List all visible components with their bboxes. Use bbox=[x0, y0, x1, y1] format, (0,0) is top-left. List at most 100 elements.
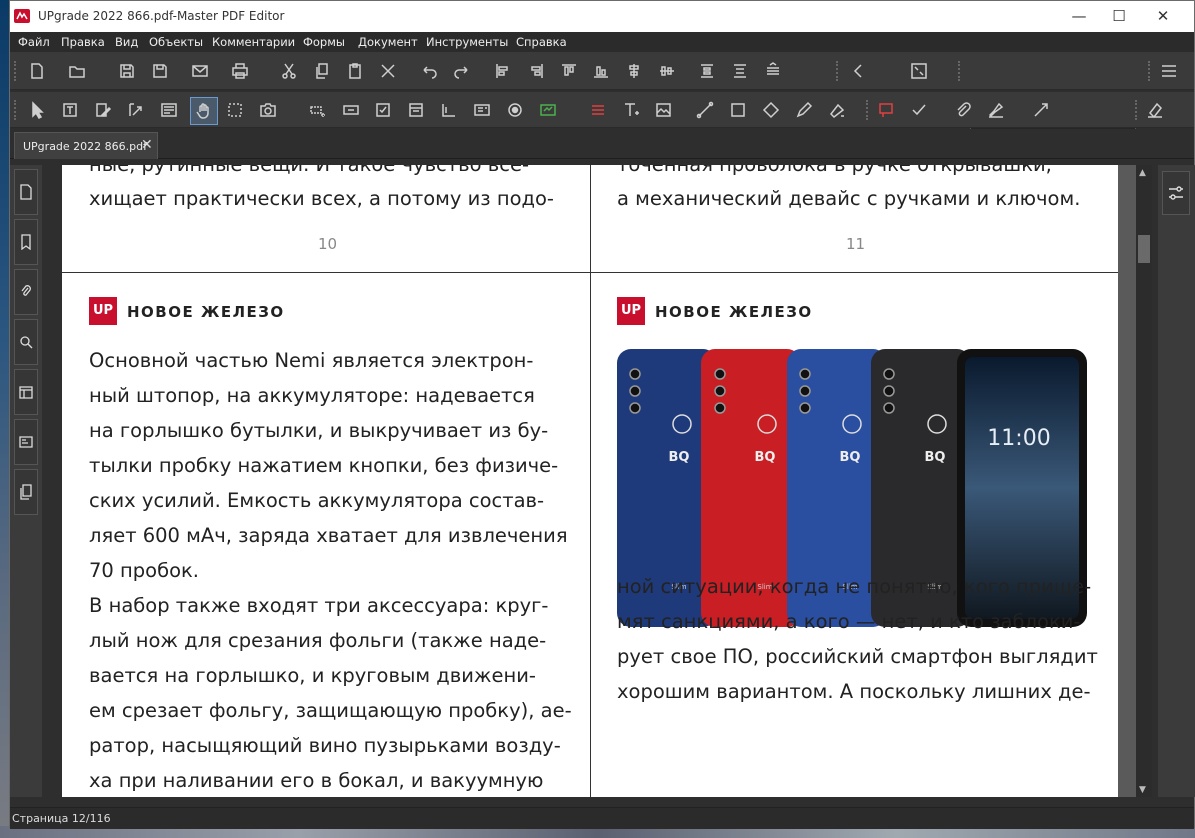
fill-icon[interactable] bbox=[826, 99, 848, 121]
menu-help[interactable]: Справка bbox=[516, 35, 567, 49]
page-text-line: тылки пробку нажатием кнопки, без физиче… bbox=[89, 454, 559, 477]
sliders-icon bbox=[1169, 186, 1183, 200]
menu-document[interactable]: Документ bbox=[358, 35, 418, 49]
checkmark-icon[interactable] bbox=[908, 99, 930, 121]
highlight-icon[interactable] bbox=[985, 99, 1007, 121]
toolbar-grip bbox=[866, 100, 870, 120]
scroll-up-icon[interactable]: ▲ bbox=[1139, 168, 1146, 178]
vertical-scrollbar[interactable]: ▲ ▼ bbox=[1136, 165, 1152, 797]
delete-icon[interactable] bbox=[377, 60, 399, 82]
scroll-down-icon[interactable]: ▼ bbox=[1139, 785, 1146, 795]
align-center-vertical-icon[interactable] bbox=[623, 60, 645, 82]
menu-forms[interactable]: Формы bbox=[303, 35, 345, 49]
close-tab-icon[interactable]: ✕ bbox=[141, 137, 153, 153]
toolbar-grip bbox=[14, 61, 18, 81]
page-text-line: 70 пробок. bbox=[89, 559, 200, 582]
add-field-icon[interactable] bbox=[307, 99, 329, 121]
eraser-icon[interactable] bbox=[1144, 99, 1166, 121]
add-image-icon[interactable] bbox=[653, 99, 675, 121]
menu-objects[interactable]: Объекты bbox=[149, 35, 203, 49]
polygon-tool-icon[interactable] bbox=[760, 99, 782, 121]
attachment-icon[interactable] bbox=[952, 99, 974, 121]
tools-toolbar bbox=[10, 92, 1194, 128]
distribute-horizontal-icon[interactable] bbox=[729, 60, 751, 82]
toolbar-grip bbox=[836, 61, 840, 81]
page-text-line: лый нож для срезания фольги (также наде- bbox=[89, 629, 547, 652]
page-divider bbox=[590, 165, 591, 797]
structure-panel-button[interactable] bbox=[14, 469, 38, 515]
search-panel-button[interactable] bbox=[14, 319, 38, 365]
properties-panel-button[interactable] bbox=[1162, 171, 1190, 215]
hand-tool-icon[interactable] bbox=[190, 97, 218, 125]
arrange-icon[interactable] bbox=[762, 60, 784, 82]
marquee-select-icon[interactable] bbox=[224, 99, 246, 121]
rectangle-tool-icon[interactable] bbox=[727, 99, 749, 121]
page-text-line: точенная проволока в ручке открывашки, bbox=[617, 165, 1052, 182]
combo-field-icon[interactable] bbox=[471, 99, 493, 121]
page-number: 10 bbox=[318, 235, 338, 253]
paste-icon[interactable] bbox=[344, 60, 366, 82]
undo-icon[interactable] bbox=[418, 60, 440, 82]
menu-tools[interactable]: Инструменты bbox=[426, 35, 508, 49]
menu-file[interactable]: Файл bbox=[18, 35, 50, 49]
bookmarks-panel-button[interactable] bbox=[14, 219, 38, 265]
edit-object-icon[interactable] bbox=[125, 99, 147, 121]
document-tab[interactable]: UPgrade 2022 866.pdf ✕ bbox=[14, 132, 158, 159]
menu-edit[interactable]: Правка bbox=[61, 35, 105, 49]
cut-icon[interactable] bbox=[278, 60, 300, 82]
line-tool-icon[interactable] bbox=[694, 99, 716, 121]
fit-page-icon[interactable] bbox=[908, 60, 930, 82]
pages-panel-button[interactable] bbox=[14, 169, 38, 215]
snapshot-camera-icon[interactable] bbox=[257, 99, 279, 121]
redact-icon[interactable] bbox=[587, 99, 609, 121]
align-left-icon[interactable] bbox=[492, 60, 514, 82]
menu-comments[interactable]: Комментарии bbox=[212, 35, 295, 49]
scrollbar-thumb[interactable] bbox=[1138, 235, 1150, 263]
page-11: точенная проволока в ручке открывашки, а… bbox=[590, 165, 1118, 273]
signatures-panel-button[interactable] bbox=[14, 419, 38, 465]
align-bottom-icon[interactable] bbox=[590, 60, 612, 82]
maximize-button[interactable]: ☐ bbox=[1096, 5, 1142, 27]
status-bar: Страница 12/116 bbox=[10, 807, 1194, 829]
button-field-icon[interactable] bbox=[340, 99, 362, 121]
page-text-line: ной ситуации, когда не понятно, кого при… bbox=[617, 575, 1092, 598]
hamburger-menu-icon[interactable] bbox=[1158, 60, 1180, 82]
layers-panel-button[interactable] bbox=[14, 369, 38, 415]
arrow-line-icon[interactable] bbox=[1030, 99, 1052, 121]
edit-text-icon[interactable] bbox=[92, 99, 114, 121]
stamp-icon[interactable] bbox=[875, 99, 897, 121]
page-icon bbox=[20, 184, 32, 200]
email-icon[interactable] bbox=[189, 60, 211, 82]
menu-view[interactable]: Вид bbox=[115, 35, 138, 49]
redo-icon[interactable] bbox=[451, 60, 473, 82]
signature-field-icon[interactable] bbox=[537, 99, 559, 121]
align-top-icon[interactable] bbox=[558, 60, 580, 82]
close-button[interactable]: ✕ bbox=[1140, 5, 1186, 27]
list-field-icon[interactable] bbox=[405, 99, 427, 121]
text-select-icon[interactable] bbox=[59, 99, 81, 121]
page-text-line: ратор, насыщяющий вино пузырьками возду- bbox=[89, 734, 561, 757]
print-icon[interactable] bbox=[229, 60, 251, 82]
checkbox-field-icon[interactable] bbox=[372, 99, 394, 121]
document-canvas[interactable]: ные, рутинные вещи. И такое чувство все-… bbox=[62, 165, 1136, 797]
new-document-icon[interactable] bbox=[26, 60, 48, 82]
text-field-icon[interactable] bbox=[438, 99, 460, 121]
add-text-icon[interactable] bbox=[620, 99, 642, 121]
distribute-vertical-icon[interactable] bbox=[696, 60, 718, 82]
page-text-line: ских усилий. Емкость аккумулятора состав… bbox=[89, 489, 545, 512]
pencil-icon[interactable] bbox=[793, 99, 815, 121]
align-center-horizontal-icon[interactable] bbox=[656, 60, 678, 82]
form-icon[interactable] bbox=[158, 99, 180, 121]
save-icon[interactable] bbox=[116, 60, 138, 82]
save-as-icon[interactable] bbox=[149, 60, 171, 82]
copy-icon[interactable] bbox=[311, 60, 333, 82]
attachments-panel-button[interactable] bbox=[14, 269, 38, 315]
select-arrow-icon[interactable] bbox=[26, 99, 48, 121]
left-panel-splitter[interactable] bbox=[42, 165, 62, 797]
align-right-icon[interactable] bbox=[525, 60, 547, 82]
document-tab-strip: UPgrade 2022 866.pdf ✕ bbox=[10, 129, 1194, 159]
radio-field-icon[interactable] bbox=[504, 99, 526, 121]
app-logo-icon bbox=[14, 9, 30, 23]
open-folder-icon[interactable] bbox=[66, 60, 88, 82]
previous-page-icon[interactable] bbox=[848, 60, 870, 82]
